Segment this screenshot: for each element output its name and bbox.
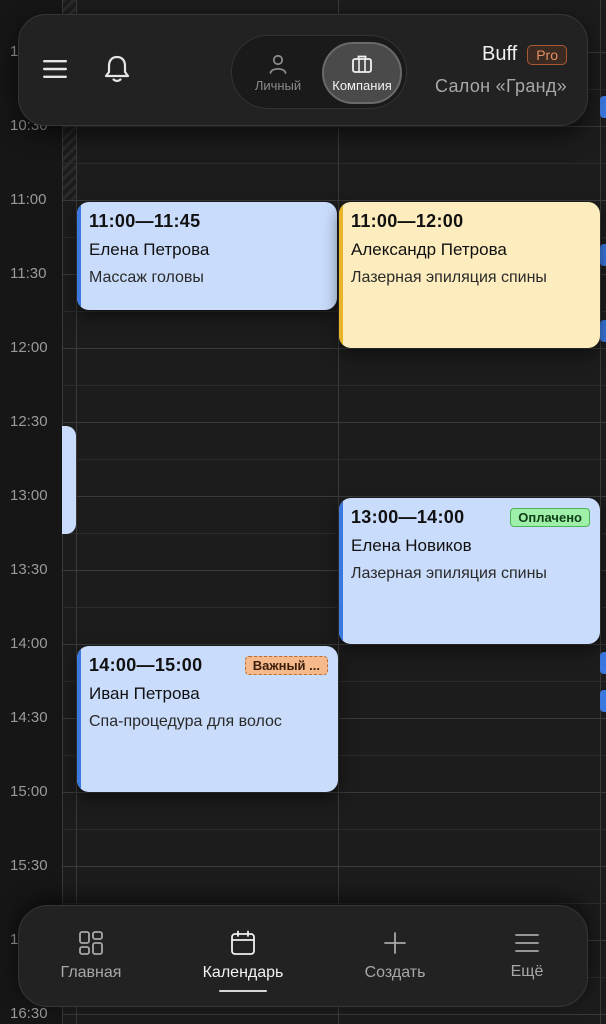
nav-more-label: Ещё <box>510 963 544 980</box>
offscreen-event-marker[interactable] <box>600 244 606 266</box>
active-indicator <box>219 990 267 992</box>
brand-name: Buff <box>481 43 518 65</box>
event-time: 14:00—15:00 <box>89 655 203 675</box>
event-client: Александр Петрова <box>351 240 507 259</box>
grid-line <box>62 829 606 830</box>
offscreen-event-stub[interactable] <box>62 426 76 534</box>
grid-line <box>62 459 606 460</box>
offscreen-event-marker[interactable] <box>600 652 606 674</box>
grid-line <box>62 792 606 793</box>
notifications-button[interactable] <box>97 49 137 89</box>
more-menu-icon <box>515 934 539 952</box>
segment-company-label: Компания <box>332 77 392 93</box>
grid-line <box>62 1014 606 1015</box>
grid-line <box>62 644 606 645</box>
bell-icon <box>104 55 130 83</box>
salon-name: Салон «Гранд» <box>435 76 567 96</box>
top-bar: Личный Компания Buff Pro Салон «Гранд» <box>18 14 588 126</box>
calendar-icon <box>231 930 255 955</box>
event-card[interactable]: 11:00—12:00 Александр Петрова Лазерная э… <box>339 202 600 348</box>
event-header: 14:00—15:00 Важный ... <box>89 654 328 676</box>
event-time: 13:00—14:00 <box>351 507 465 527</box>
nav-home[interactable]: Главная <box>41 906 141 1006</box>
grid-line <box>62 200 606 201</box>
event-header: 13:00—14:00 Оплачено <box>351 506 590 528</box>
plus-icon <box>384 932 406 954</box>
segment-personal[interactable]: Личный <box>238 42 318 104</box>
time-label: 13:00 <box>10 487 48 504</box>
column-divider <box>600 0 601 1024</box>
calendar-grid[interactable]: 1 10:30 11:00 11:30 12:00 12:30 13:00 13… <box>0 0 606 1024</box>
time-label: 13:30 <box>10 561 48 578</box>
plan-badge: Pro <box>527 44 567 65</box>
offscreen-event-marker[interactable] <box>600 96 606 118</box>
grid-line <box>62 903 606 904</box>
important-badge: Важный ... <box>244 655 328 675</box>
salon-selector[interactable]: Buff Pro Салон «Гранд» <box>435 43 567 97</box>
grid-line <box>62 422 606 423</box>
hamburger-menu-icon <box>43 60 67 78</box>
time-label: 11:30 <box>10 265 47 282</box>
segment-company[interactable]: Компания <box>322 42 402 104</box>
event-card[interactable]: 13:00—14:00 Оплачено Елена Новиков Лазер… <box>339 498 600 644</box>
time-label: 12:00 <box>10 339 48 356</box>
nav-create[interactable]: Создать <box>345 906 445 1006</box>
segment-personal-label: Личный <box>254 77 302 93</box>
grid-line <box>62 496 606 497</box>
nav-calendar[interactable]: Календарь <box>187 906 299 1006</box>
grid-line <box>62 163 606 164</box>
event-client: Елена Петрова <box>89 240 210 259</box>
grid-line <box>62 385 606 386</box>
time-label: 12:30 <box>10 413 48 430</box>
time-label: 15:00 <box>10 783 48 800</box>
grid-line <box>62 348 606 349</box>
event-client: Елена Новиков <box>351 536 472 555</box>
event-time: 11:00—11:45 <box>89 211 201 231</box>
offscreen-event-marker[interactable] <box>600 690 606 712</box>
paid-badge: Оплачено <box>510 507 590 527</box>
person-icon <box>269 54 287 74</box>
grid-icon <box>79 931 103 955</box>
nav-create-label: Создать <box>364 964 426 981</box>
event-card[interactable]: 14:00—15:00 Важный ... Иван Петрова Спа-… <box>77 646 338 792</box>
grid-line <box>62 866 606 867</box>
column-divider <box>76 0 77 1024</box>
time-label: 15:30 <box>10 857 48 874</box>
event-client: Иван Петрова <box>89 684 200 703</box>
time-label: 16:30 <box>10 1005 48 1022</box>
account-mode-switch[interactable]: Личный Компания <box>231 35 407 109</box>
event-service: Спа-процедура для волос <box>89 713 282 730</box>
time-label: 14:30 <box>10 709 48 726</box>
event-card[interactable]: 11:00—11:45 Елена Петрова Массаж головы <box>77 202 337 310</box>
event-service: Лазерная эпиляция спины <box>351 269 547 286</box>
time-label: 11:00 <box>10 191 47 208</box>
briefcase-icon <box>352 55 372 73</box>
offscreen-event-marker[interactable] <box>600 320 606 342</box>
time-label: 14:00 <box>10 635 48 652</box>
bottom-navigation: Главная Календарь Создать Ещё <box>18 905 588 1007</box>
nav-calendar-label: Календарь <box>202 964 284 981</box>
event-service: Лазерная эпиляция спины <box>351 565 547 582</box>
event-time: 11:00—12:00 <box>351 211 464 231</box>
nav-more[interactable]: Ещё <box>477 906 577 1006</box>
grid-line <box>62 126 606 127</box>
menu-button[interactable] <box>35 49 75 89</box>
nav-home-label: Главная <box>60 964 122 981</box>
event-service: Массаж головы <box>89 269 204 286</box>
